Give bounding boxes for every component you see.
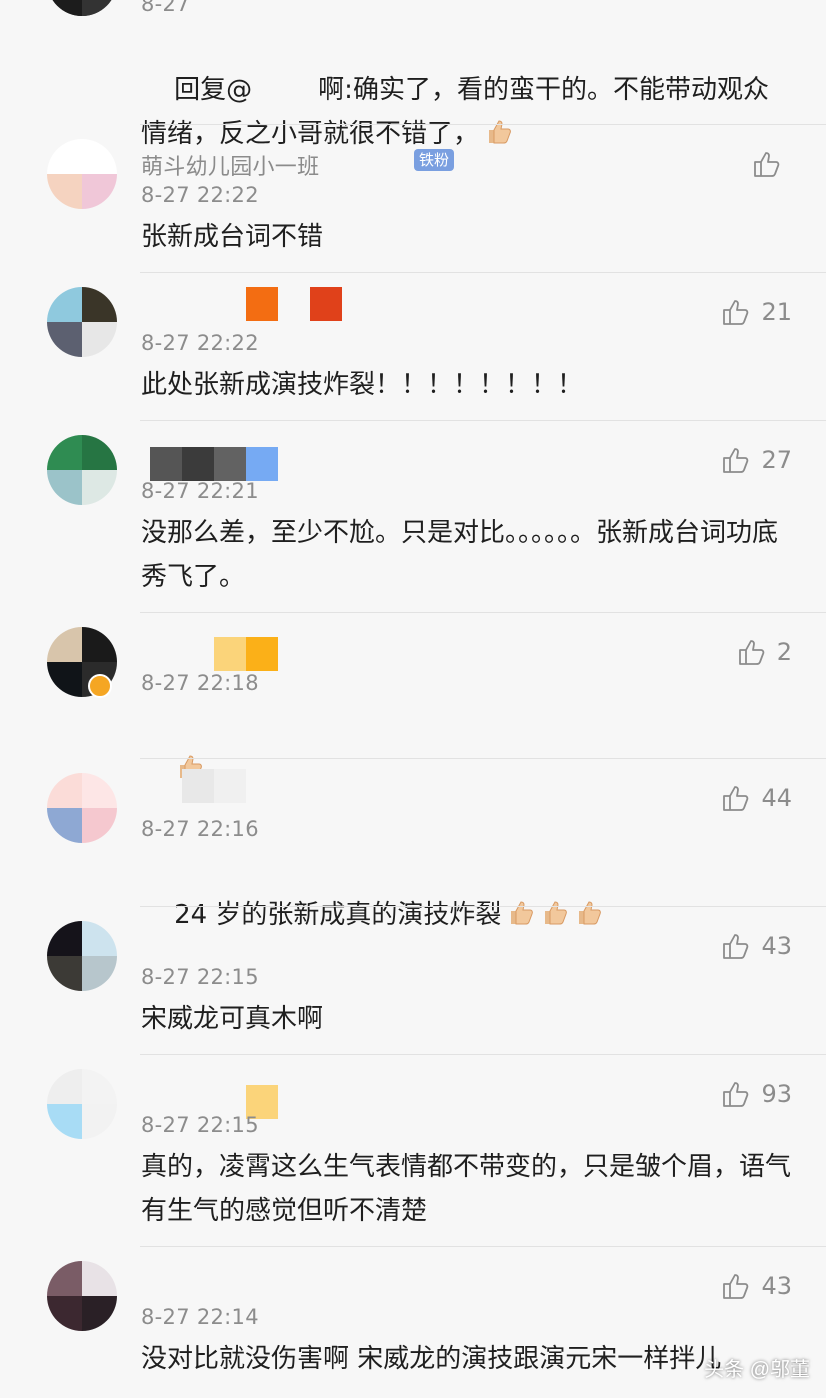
avatar[interactable] xyxy=(47,773,117,843)
comment-item: 8-27 22:22 此处张新成演技炸裂！！！！！！！！ 21 xyxy=(0,273,826,421)
comment-item: 8-27 22:15 真的，凌霄这么生气表情都不带变的，只是皱个眉，语气有生气的… xyxy=(0,1055,826,1247)
comment-time: 8-27 22:22 xyxy=(141,183,259,207)
comment-item: 8-27 22:16 24 岁的张新成真的演技炸裂 44 xyxy=(0,759,826,930)
avatar[interactable] xyxy=(47,139,117,209)
like-button[interactable]: 93 xyxy=(721,1079,792,1109)
comment-time: 8-27 22:22 xyxy=(141,331,259,355)
comment-item: 8-27 22:15 宋威龙可真木啊 43 xyxy=(0,907,826,1055)
username-redacted[interactable] xyxy=(246,287,342,321)
username-redacted[interactable] xyxy=(182,769,246,803)
like-button[interactable]: 21 xyxy=(721,297,792,327)
thumbs-up-icon xyxy=(754,152,780,177)
like-button[interactable] xyxy=(752,149,792,179)
username-redacted[interactable] xyxy=(214,637,278,671)
fan-badge: 铁粉 xyxy=(414,149,455,171)
thumbs-up-icon xyxy=(723,1274,749,1299)
like-button[interactable]: 44 xyxy=(721,783,792,813)
comment-time: 8-27 22:21 xyxy=(141,479,259,503)
like-count: 43 xyxy=(761,932,792,960)
comment-item: 8-27 22:21 没那么差，至少不尬。只是对比。。。。。。张新成台词功底秀飞… xyxy=(0,421,826,613)
avatar[interactable] xyxy=(47,1069,117,1139)
thumbs-up-icon xyxy=(723,1082,749,1107)
comment-time: 8-27 22:14 xyxy=(141,1305,259,1329)
comment-text: 没对比就没伤害啊 宋威龙的演技跟演元宋一样拌儿 xyxy=(141,1344,722,1374)
thumbs-up-icon xyxy=(738,640,765,665)
avatar[interactable] xyxy=(47,921,117,991)
comment-item: 8-27 22:18 2 xyxy=(0,613,826,779)
avatar[interactable] xyxy=(47,287,117,357)
comment-time: 8-27 22:18 xyxy=(141,671,259,695)
thumbs-up-icon xyxy=(723,448,749,473)
like-count: 44 xyxy=(761,784,792,812)
comment-text: 真的，凌霄这么生气表情都不带变的，只是皱个眉，语气有生气的感觉但听不清楚 xyxy=(141,1152,792,1226)
like-count: 43 xyxy=(761,1272,792,1300)
comment-time: 8-27 22:15 xyxy=(141,1113,259,1137)
comment-item: 萌斗幼儿园小一班 铁粉 8-27 22:22 张新成台词不错 xyxy=(0,125,826,273)
comment-time: 8-27 22:15 xyxy=(141,965,259,989)
verified-badge-icon xyxy=(88,674,112,698)
comment-text: 张新成台词不错 xyxy=(141,222,324,252)
thumbs-up-icon xyxy=(723,934,749,959)
like-count: 27 xyxy=(761,446,792,474)
comment-text: 宋威龙可真木啊 xyxy=(141,1004,324,1034)
like-button[interactable]: 27 xyxy=(721,445,792,475)
comment-text: 没那么差，至少不尬。只是对比。。。。。。张新成台词功底秀飞了。 xyxy=(141,518,779,592)
like-count: 21 xyxy=(761,298,792,326)
thumbs-up-icon xyxy=(723,786,749,811)
avatar[interactable] xyxy=(47,1261,117,1331)
username[interactable]: 萌斗幼儿园小一班 xyxy=(141,149,319,181)
comment-item: 8-27 22:14 没对比就没伤害啊 宋威龙的演技跟演元宋一样拌儿 43 xyxy=(0,1247,826,1398)
comment-time: 8-27 22:16 xyxy=(141,817,259,841)
comment-text: 此处张新成演技炸裂！！！！！！！！ xyxy=(141,370,584,400)
username-redacted[interactable] xyxy=(150,447,278,481)
like-count: 2 xyxy=(776,638,792,666)
like-button[interactable]: 2 xyxy=(737,637,792,667)
comment-time: 8-27 xyxy=(141,0,190,16)
avatar[interactable] xyxy=(47,435,117,505)
like-button[interactable]: 43 xyxy=(721,931,792,961)
watermark: 头条 @邬董 xyxy=(704,1359,810,1381)
avatar[interactable] xyxy=(47,0,117,16)
like-button[interactable]: 43 xyxy=(721,1271,792,1301)
thumbs-up-icon xyxy=(723,300,749,325)
like-count: 93 xyxy=(761,1080,792,1108)
